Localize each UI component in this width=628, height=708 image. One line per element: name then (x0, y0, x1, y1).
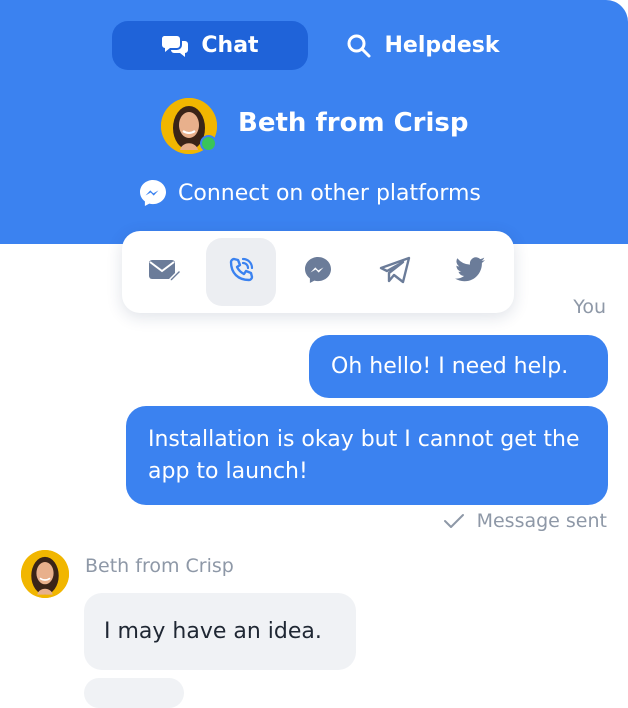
message-text: I may have an idea. (104, 619, 322, 644)
online-status-dot (200, 135, 217, 152)
platform-phone-button[interactable] (206, 238, 276, 306)
platform-messenger-button[interactable] (283, 238, 353, 306)
tab-chat-label: Chat (201, 33, 259, 58)
telegram-icon (379, 256, 411, 288)
agent-avatar (161, 98, 217, 154)
phone-icon (227, 256, 255, 288)
agent-name: Beth from Crisp (238, 108, 469, 138)
message-status: Message sent (443, 510, 607, 532)
platform-twitter-button[interactable] (436, 238, 506, 306)
incoming-message-partial (84, 678, 184, 708)
messenger-icon (138, 178, 168, 208)
twitter-icon (455, 256, 487, 288)
connect-platforms-link[interactable]: Connect on other platforms (138, 178, 481, 208)
incoming-sender-name: Beth from Crisp (85, 555, 234, 577)
message-text: Installation is okay but I cannot get th… (148, 427, 580, 484)
outgoing-message: Oh hello! I need help. (309, 335, 608, 398)
incoming-message: I may have an idea. (84, 593, 356, 670)
chat-header: Chat Helpdesk Beth from Crisp Connect on… (0, 0, 628, 244)
platform-selector (122, 231, 514, 313)
search-icon (346, 33, 372, 59)
tab-chat[interactable]: Chat (112, 21, 308, 70)
platform-telegram-button[interactable] (360, 238, 430, 306)
tab-helpdesk[interactable]: Helpdesk (328, 21, 518, 70)
message-status-text: Message sent (476, 510, 607, 532)
message-text: Oh hello! I need help. (331, 353, 569, 379)
you-label: You (573, 296, 606, 318)
email-icon (148, 257, 183, 287)
connect-label: Connect on other platforms (178, 180, 481, 206)
outgoing-message: Installation is okay but I cannot get th… (126, 406, 608, 505)
checkmark-icon (443, 513, 465, 529)
chat-bubbles-icon (161, 34, 189, 58)
tab-helpdesk-label: Helpdesk (384, 33, 500, 58)
messenger-icon (303, 255, 333, 289)
platform-email-button[interactable] (130, 238, 200, 306)
agent-avatar-small (21, 550, 69, 598)
